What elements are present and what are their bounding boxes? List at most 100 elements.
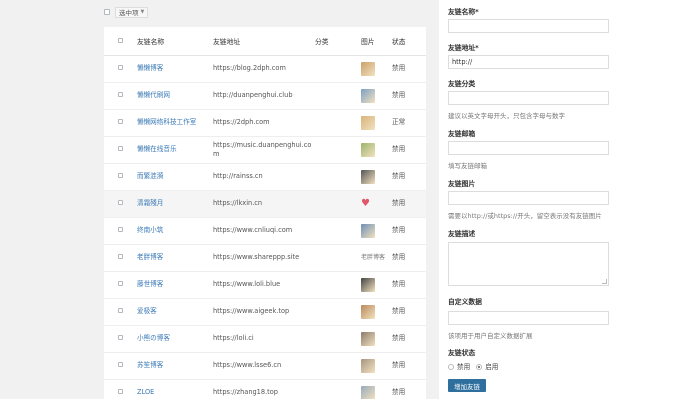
link-name[interactable]: 清霜殘月 bbox=[137, 199, 163, 207]
link-name[interactable]: ZLOE bbox=[137, 388, 154, 396]
row-status: 禁用 bbox=[392, 379, 426, 399]
link-thumbnail-icon bbox=[361, 115, 375, 130]
row-checkbox[interactable] bbox=[118, 146, 123, 151]
row-image-cell bbox=[361, 271, 392, 299]
row-checkbox[interactable] bbox=[118, 227, 123, 232]
row-name-cell: 清霜殘月 bbox=[137, 190, 213, 218]
link-name[interactable]: 终南小筑 bbox=[137, 226, 163, 234]
row-status: 禁用 bbox=[392, 271, 426, 299]
name-field[interactable] bbox=[448, 19, 609, 33]
bulk-actions-bar: 选中项 ▼ bbox=[104, 6, 149, 18]
row-checkbox-cell bbox=[104, 136, 137, 164]
row-name-cell: 爱极客 bbox=[137, 298, 213, 326]
row-category bbox=[315, 55, 361, 83]
link-name[interactable]: 小熊の博客 bbox=[137, 334, 170, 342]
table-row[interactable]: 苏笙博客 https://www.lsse6.cn 禁用 bbox=[104, 352, 426, 380]
row-image-cell bbox=[361, 136, 392, 164]
table-row[interactable]: 懒懒代刷网 http://duanpenghui.club 禁用 bbox=[104, 82, 426, 110]
link-name[interactable]: 懒懒网络科技工作室 bbox=[137, 118, 196, 126]
table-row[interactable]: 懒懒在线音乐 https://music.duanpenghui.com 禁用 bbox=[104, 136, 426, 164]
table-row[interactable]: ZLOE https://zhang18.top 禁用 bbox=[104, 379, 426, 399]
status-option-disabled[interactable]: 禁用 bbox=[448, 361, 470, 371]
table-row[interactable]: 懒懒网络科技工作室 https://2dph.com 正常 bbox=[104, 109, 426, 137]
row-checkbox[interactable] bbox=[118, 119, 123, 124]
table-row[interactable]: 懒懒博客 https://blog.2dph.com 禁用 bbox=[104, 55, 426, 83]
row-category bbox=[315, 298, 361, 326]
url-field[interactable]: http:// bbox=[448, 55, 609, 69]
row-checkbox-cell bbox=[104, 325, 137, 353]
select-all-checkbox[interactable] bbox=[118, 37, 123, 43]
row-checkbox-cell bbox=[104, 244, 137, 272]
table-row[interactable]: 爱极客 https://www.aigeek.top 禁用 bbox=[104, 298, 426, 326]
row-checkbox-cell bbox=[104, 298, 137, 326]
radio-disabled[interactable] bbox=[448, 364, 454, 370]
row-status: 禁用 bbox=[392, 82, 426, 110]
link-name[interactable]: 懒懒在线音乐 bbox=[137, 145, 177, 153]
row-url: https://lkxin.cn bbox=[213, 190, 315, 218]
bulk-action-dropdown[interactable]: 选中项 ▼ bbox=[115, 6, 149, 18]
table-row[interactable]: 终南小筑 https://www.cnliuqi.com 禁用 bbox=[104, 217, 426, 245]
row-checkbox[interactable] bbox=[118, 92, 123, 97]
link-name[interactable]: 而繁涟漪 bbox=[137, 172, 163, 180]
link-name[interactable]: 藤世博客 bbox=[137, 280, 163, 288]
link-name[interactable]: 懒懒博客 bbox=[137, 64, 163, 72]
link-name[interactable]: 懒懒代刷网 bbox=[137, 91, 170, 99]
radio-enabled[interactable] bbox=[476, 364, 483, 370]
row-checkbox[interactable] bbox=[118, 173, 123, 178]
row-checkbox[interactable] bbox=[118, 335, 123, 340]
row-category bbox=[315, 163, 361, 191]
image-field[interactable] bbox=[448, 191, 609, 205]
row-category bbox=[315, 271, 361, 299]
row-url: https://music.duanpenghui.com bbox=[213, 136, 315, 164]
link-name[interactable]: 爱极客 bbox=[137, 307, 157, 315]
row-image-cell: 老胖博客 bbox=[361, 244, 392, 272]
row-status: 禁用 bbox=[392, 244, 426, 272]
image-label: 友链图片 bbox=[448, 180, 476, 188]
row-checkbox[interactable] bbox=[118, 65, 123, 70]
table-row[interactable]: 老胖博客 https://www.shareppp.site 老胖博客 禁用 bbox=[104, 244, 426, 272]
custom-data-field[interactable] bbox=[448, 311, 609, 325]
select-all-checkbox-top[interactable] bbox=[104, 9, 110, 15]
category-field[interactable] bbox=[448, 91, 609, 105]
header-checkbox-cell bbox=[104, 27, 137, 56]
link-thumbnail-icon bbox=[361, 277, 375, 292]
row-name-cell: 藤世博客 bbox=[137, 271, 213, 299]
category-help: 建议以英文字母开头，只包含字母与数字 bbox=[448, 112, 565, 120]
row-checkbox[interactable] bbox=[118, 281, 123, 286]
row-status: 禁用 bbox=[392, 325, 426, 353]
row-checkbox[interactable] bbox=[118, 200, 123, 205]
row-url: https://zhang18.top bbox=[213, 379, 315, 399]
link-thumbnail-icon bbox=[361, 88, 375, 103]
row-checkbox[interactable] bbox=[118, 254, 123, 259]
row-url: https://loli.ci bbox=[213, 325, 315, 353]
row-image-cell bbox=[361, 352, 392, 380]
row-checkbox[interactable] bbox=[118, 362, 123, 367]
table-row[interactable]: 小熊の博客 https://loli.ci 禁用 bbox=[104, 325, 426, 353]
broken-image-icon: 老胖博客 bbox=[361, 254, 386, 261]
row-name-cell: 懒懒代刷网 bbox=[137, 82, 213, 110]
row-image-cell bbox=[361, 163, 392, 191]
link-name[interactable]: 老胖博客 bbox=[137, 253, 163, 261]
email-field[interactable] bbox=[448, 141, 609, 155]
heart-icon: ♥ bbox=[361, 197, 370, 209]
add-link-button[interactable]: 增加友链 bbox=[448, 379, 486, 392]
table-row[interactable]: 而繁涟漪 http://rainss.cn 禁用 bbox=[104, 163, 426, 191]
link-thumbnail-icon bbox=[361, 331, 375, 346]
link-thumbnail-icon bbox=[361, 304, 375, 319]
header-name: 友链名称 bbox=[137, 27, 213, 56]
row-checkbox[interactable] bbox=[118, 389, 123, 394]
resize-handle-icon[interactable] bbox=[602, 279, 607, 284]
row-image-cell bbox=[361, 217, 392, 245]
email-label: 友链邮箱 bbox=[448, 130, 476, 138]
row-checkbox-cell bbox=[104, 217, 137, 245]
row-checkbox[interactable] bbox=[118, 308, 123, 313]
row-checkbox-cell bbox=[104, 82, 137, 110]
header-image: 图片 bbox=[361, 27, 392, 56]
description-textarea[interactable] bbox=[448, 242, 609, 286]
table-row[interactable]: 藤世博客 https://www.loli.blue 禁用 bbox=[104, 271, 426, 299]
table-row[interactable]: 清霜殘月 https://lkxin.cn ♥ 禁用 bbox=[104, 190, 426, 218]
status-option-enabled[interactable]: 启用 bbox=[476, 361, 498, 371]
link-name[interactable]: 苏笙博客 bbox=[137, 361, 163, 369]
category-label: 友链分类 bbox=[448, 80, 476, 88]
row-name-cell: 懒懒网络科技工作室 bbox=[137, 109, 213, 137]
